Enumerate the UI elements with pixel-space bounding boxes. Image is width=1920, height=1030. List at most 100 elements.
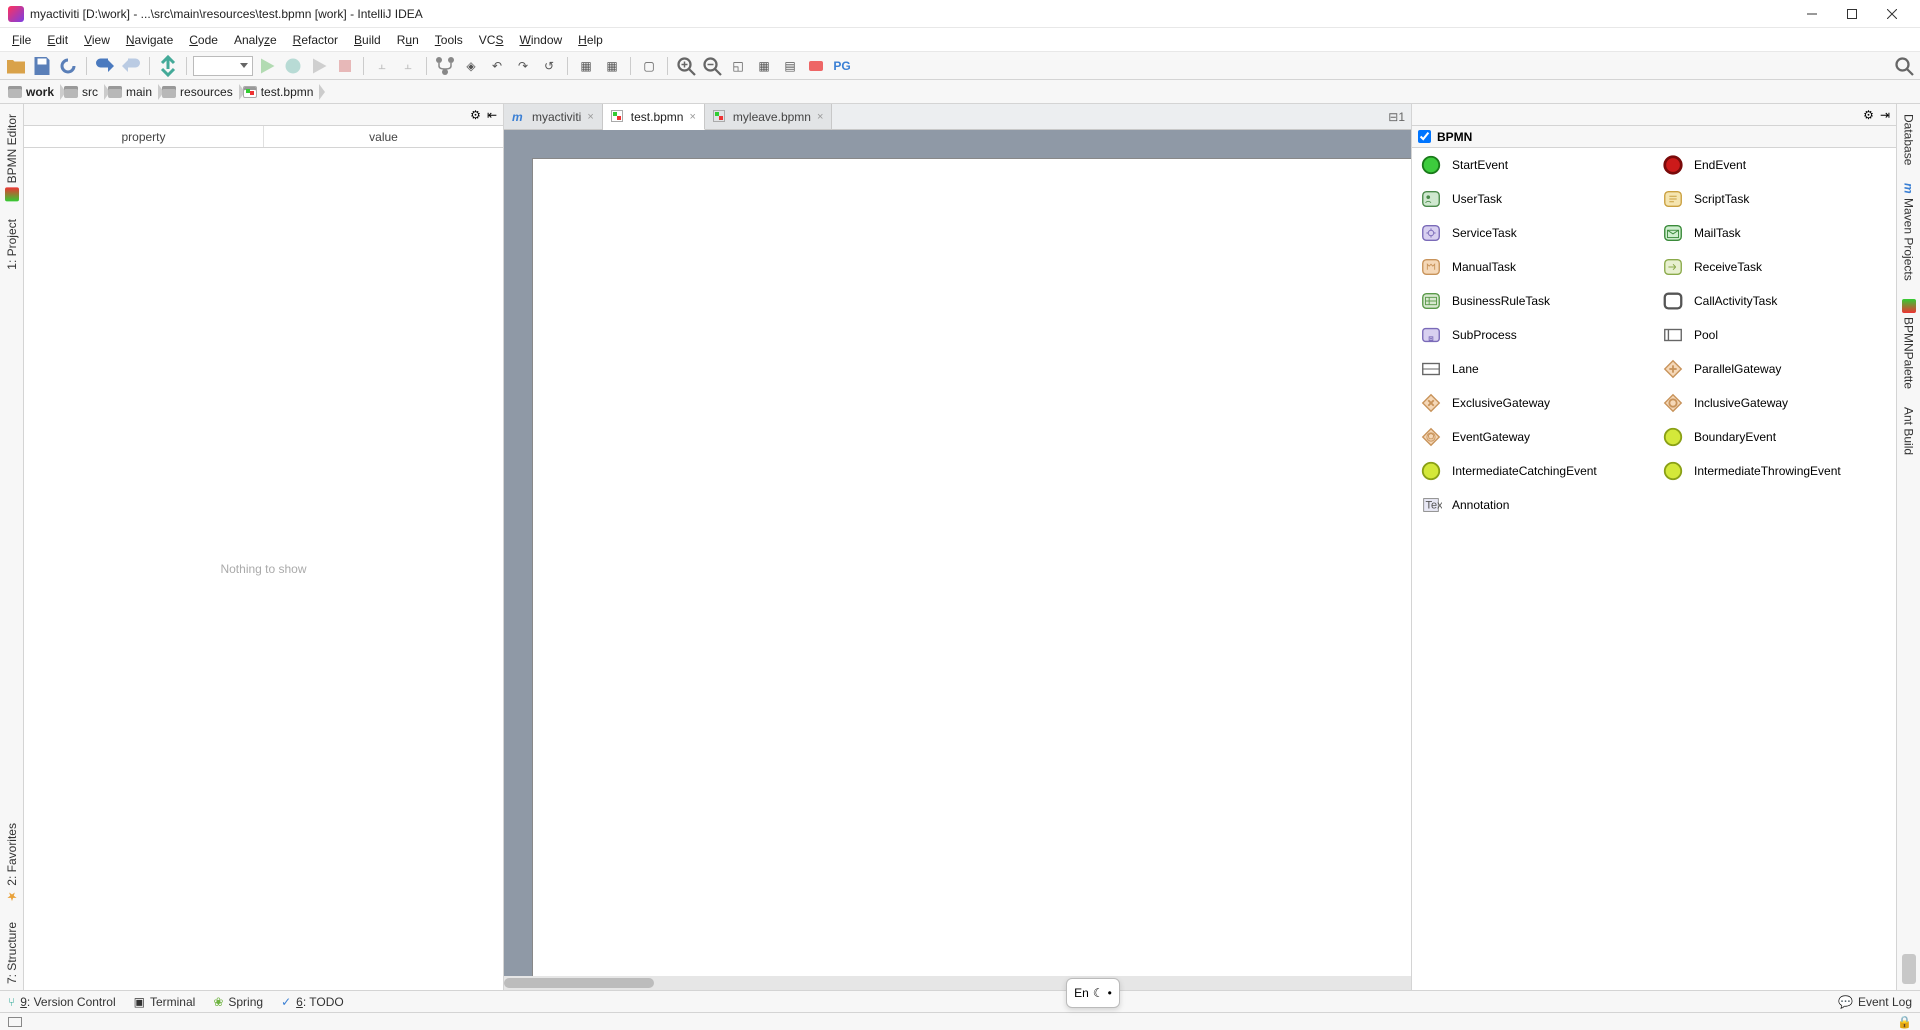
palette-item-intermediatethrowingevent[interactable]: IntermediateThrowingEvent — [1654, 454, 1896, 488]
menu-vcs[interactable]: VCS — [471, 31, 512, 49]
palette-item-eventgateway[interactable]: EventGateway — [1412, 420, 1654, 454]
table-button[interactable]: ▤ — [778, 55, 802, 77]
menu-code[interactable]: Code — [181, 31, 226, 49]
gear-icon[interactable]: ⚙ — [470, 108, 481, 122]
align-right-button[interactable]: ⫠ — [396, 55, 420, 77]
palette-section-header[interactable]: BPMN — [1412, 126, 1896, 148]
tool-spring[interactable]: ❀Spring — [213, 995, 263, 1009]
collapse-icon[interactable]: ⇤ — [487, 108, 497, 122]
collapse-icon[interactable]: ⇥ — [1880, 108, 1890, 122]
debug-button[interactable] — [281, 55, 305, 77]
maximize-button[interactable] — [1832, 2, 1872, 26]
tool-terminal[interactable]: ▣Terminal — [134, 995, 196, 1009]
palette-item-subprocess[interactable]: SubProcess — [1412, 318, 1654, 352]
palette-item-lane[interactable]: Lane — [1412, 352, 1654, 386]
palette-item-intermediatecatchingevent[interactable]: IntermediateCatchingEvent — [1412, 454, 1654, 488]
menu-edit[interactable]: Edit — [39, 31, 76, 49]
revert-button[interactable]: ↺ — [537, 55, 561, 77]
tool-todo[interactable]: ✓6: TODO — [281, 995, 344, 1009]
ime-indicator[interactable]: En☾• — [1066, 978, 1120, 1008]
sync-button[interactable] — [56, 55, 80, 77]
pg-button[interactable]: PG — [830, 55, 854, 77]
gutter-tab-ant[interactable]: Ant Build — [1900, 401, 1918, 461]
palette-item-pool[interactable]: Pool — [1654, 318, 1896, 352]
gutter-tab-bpmn-editor[interactable]: BPMN Editor — [3, 108, 21, 207]
zoom-out-button[interactable] — [700, 55, 724, 77]
right-gutter-toggle[interactable] — [1902, 954, 1916, 984]
structure-button[interactable]: ◈ — [459, 55, 483, 77]
branch-button[interactable] — [433, 55, 457, 77]
grid-button[interactable]: ▦ — [752, 55, 776, 77]
editor-tab[interactable]: mmyactiviti× — [504, 104, 603, 129]
menu-analyze[interactable]: Analyze — [226, 31, 285, 49]
run-config-combo[interactable] — [193, 56, 253, 76]
redo-button[interactable] — [119, 55, 143, 77]
tool-window-toggle-icon[interactable] — [8, 1017, 22, 1027]
menu-view[interactable]: View — [76, 31, 118, 49]
menu-tools[interactable]: Tools — [427, 31, 471, 49]
export-button[interactable] — [804, 55, 828, 77]
palette-item-mailtask[interactable]: MailTask — [1654, 216, 1896, 250]
split-indicator[interactable]: ⊟1 — [1388, 110, 1405, 124]
tool-event-log[interactable]: 💬Event Log — [1838, 995, 1912, 1009]
stop-button[interactable] — [333, 55, 357, 77]
back-nav-button[interactable]: ↶ — [485, 55, 509, 77]
breadcrumb-item[interactable]: resources — [158, 82, 239, 102]
diagram-button[interactable]: ▢ — [637, 55, 661, 77]
save-button[interactable] — [30, 55, 54, 77]
palette-item-parallelgateway[interactable]: ParallelGateway — [1654, 352, 1896, 386]
palette-item-callactivitytask[interactable]: CallActivityTask — [1654, 284, 1896, 318]
minimize-button[interactable] — [1792, 2, 1832, 26]
zoom-in-button[interactable] — [674, 55, 698, 77]
search-everywhere-button[interactable] — [1892, 55, 1916, 77]
palette-item-endevent[interactable]: EndEvent — [1654, 148, 1896, 182]
tool-version-control[interactable]: ⑂9: Version Control — [8, 995, 116, 1009]
gutter-tab-structure[interactable]: 7: Structure — [3, 916, 21, 990]
menu-navigate[interactable]: Navigate — [118, 31, 181, 49]
palette-item-scripttask[interactable]: ScriptTask — [1654, 182, 1896, 216]
gutter-tab-favorites[interactable]: ★2: Favorites — [3, 817, 21, 910]
menu-window[interactable]: Window — [511, 31, 570, 49]
palette-item-startevent[interactable]: StartEvent — [1412, 148, 1654, 182]
run-coverage-button[interactable] — [307, 55, 331, 77]
breadcrumb-item[interactable]: src — [60, 82, 104, 102]
close-tab-icon[interactable]: × — [689, 111, 695, 123]
close-tab-icon[interactable]: × — [817, 111, 823, 123]
undo-button[interactable] — [93, 55, 117, 77]
menu-refactor[interactable]: Refactor — [285, 31, 346, 49]
gutter-tab-maven[interactable]: mMaven Projects — [1900, 177, 1918, 286]
zoom-fit-button[interactable]: ◱ — [726, 55, 750, 77]
canvas-sheet[interactable] — [532, 158, 1411, 990]
close-button[interactable] — [1872, 2, 1912, 26]
vcs-update-button[interactable] — [156, 55, 180, 77]
close-tab-icon[interactable]: × — [587, 111, 593, 123]
open-button[interactable] — [4, 55, 28, 77]
bpmn-canvas[interactable] — [504, 130, 1411, 990]
gutter-tab-project[interactable]: 1: Project — [3, 213, 21, 276]
gutter-tab-bpmn-palette[interactable]: BPMNPalette — [1900, 293, 1918, 395]
editor-tab[interactable]: test.bpmn× — [603, 104, 705, 130]
menu-file[interactable]: File — [4, 31, 39, 49]
gutter-tab-database[interactable]: Database — [1900, 108, 1918, 171]
palette-item-inclusivegateway[interactable]: InclusiveGateway — [1654, 386, 1896, 420]
editor-tab[interactable]: myleave.bpmn× — [705, 104, 832, 129]
breadcrumb-item[interactable]: work — [4, 82, 60, 102]
menu-run[interactable]: Run — [389, 31, 427, 49]
breadcrumb-item[interactable]: main — [104, 82, 158, 102]
gear-icon[interactable]: ⚙ — [1863, 108, 1874, 122]
run-button[interactable] — [255, 55, 279, 77]
palette-item-boundaryevent[interactable]: BoundaryEvent — [1654, 420, 1896, 454]
breadcrumb-item[interactable]: test.bpmn — [239, 82, 320, 102]
palette-item-servicetask[interactable]: ServiceTask — [1412, 216, 1654, 250]
palette-item-usertask[interactable]: UserTask — [1412, 182, 1654, 216]
palette-section-checkbox[interactable] — [1418, 130, 1431, 143]
palette-item-receivetask[interactable]: ReceiveTask — [1654, 250, 1896, 284]
palette-item-manualtask[interactable]: ManualTask — [1412, 250, 1654, 284]
db2-button[interactable]: ▦ — [600, 55, 624, 77]
palette-item-annotation[interactable]: TextAnnotation — [1412, 488, 1654, 522]
menu-build[interactable]: Build — [346, 31, 389, 49]
menu-help[interactable]: Help — [570, 31, 611, 49]
db-button[interactable]: ▦ — [574, 55, 598, 77]
align-left-button[interactable]: ⫠ — [370, 55, 394, 77]
status-lock-icon[interactable]: 🔒 — [1897, 1015, 1912, 1029]
